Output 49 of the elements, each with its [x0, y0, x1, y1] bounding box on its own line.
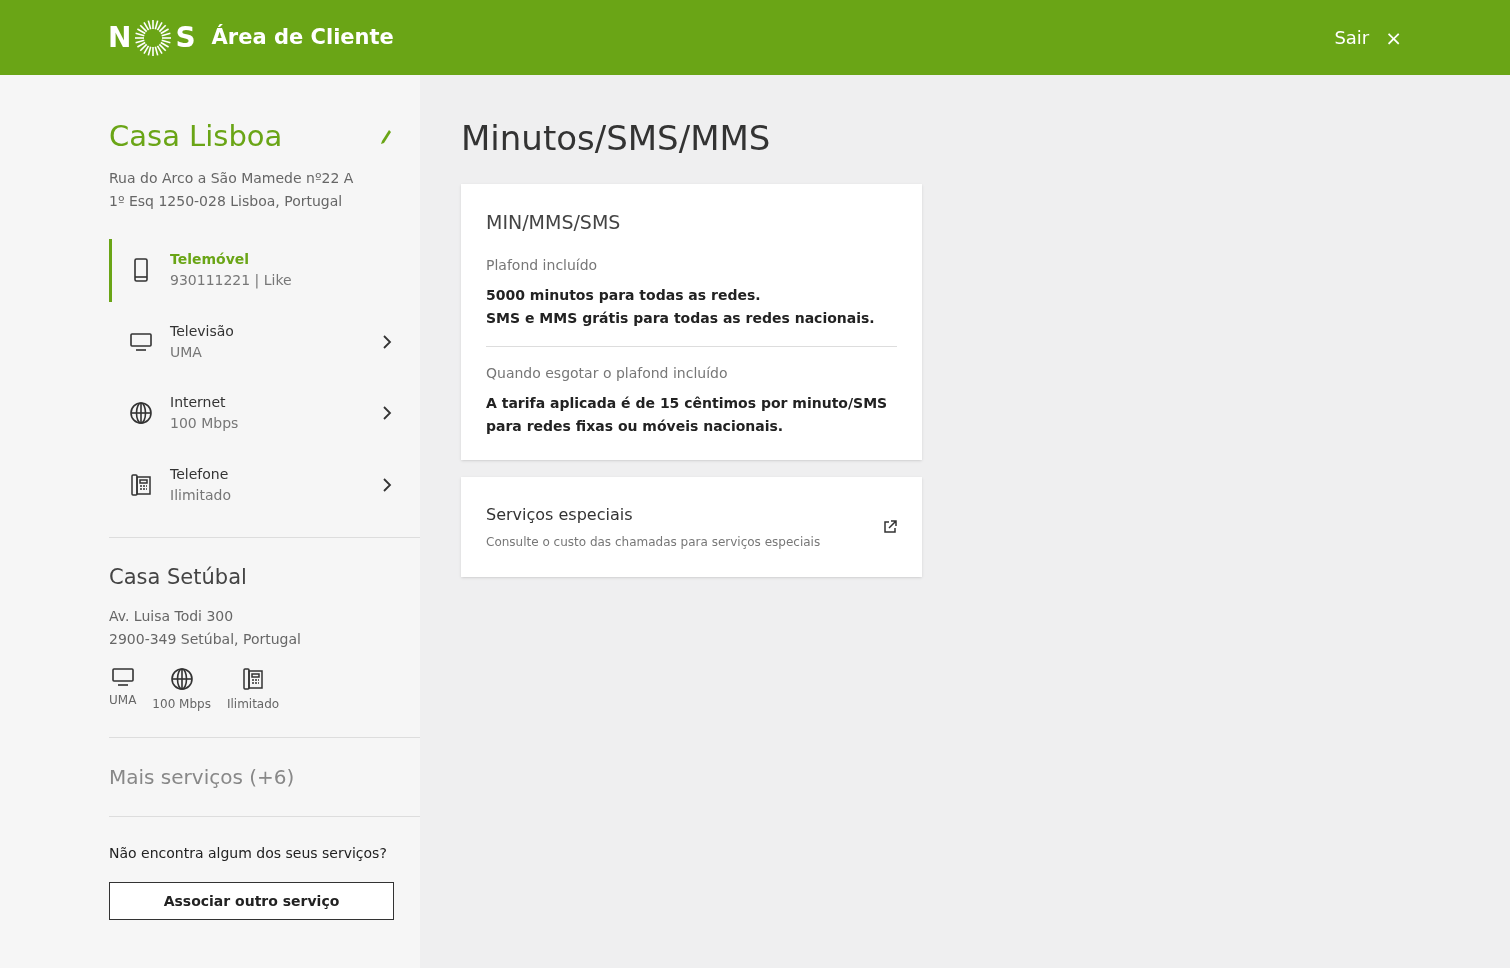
service-detail: Ilimitado [170, 485, 232, 505]
logo-letter: N [108, 19, 132, 56]
location-title[interactable]: Casa Setúbal [109, 561, 420, 593]
card-description: Consulte o custo das chamadas para serviços especiais [486, 533, 821, 551]
service-detail: UMA [170, 342, 203, 362]
chevron-right-icon [382, 477, 392, 492]
chevron-right-icon [382, 406, 392, 420]
service-name: Televisão [170, 321, 235, 341]
globe-icon [129, 401, 153, 425]
app-title: Área de Cliente [211, 23, 394, 51]
desk-phone-icon [242, 667, 265, 691]
associate-service-button[interactable]: Associar outro serviço [109, 882, 394, 920]
service-label: UMA [109, 692, 137, 709]
monitor-icon [129, 331, 153, 352]
service-item[interactable]: Telemóvel 930111221 | Like [109, 238, 392, 302]
monitor-icon [110, 667, 135, 687]
service-name: Telemóvel [170, 250, 251, 269]
address-line: 1º Esq 1250-028 Lisboa, Portugal [109, 191, 344, 211]
service-item[interactable]: Telefone Ilimitado [109, 453, 392, 516]
special-services-card[interactable]: Serviços especiais Consulte o custo das chamadas para serviços especiais [461, 476, 922, 577]
pencil-icon[interactable] [380, 128, 392, 145]
globe-icon [169, 667, 194, 691]
chevron-right-icon [382, 334, 392, 349]
service-name: Internet [170, 393, 227, 412]
plan-text: 5000 minutos para todas as redes. [486, 285, 762, 305]
card-title: MIN/MMS/SMS [486, 210, 622, 235]
section-label: Plafond incluído [486, 255, 599, 275]
plan-text: SMS e MMS grátis para todas as redes nacionais. [486, 308, 876, 328]
location-title: Casa Lisboa [109, 118, 283, 155]
missing-services-text: Não encontra algum dos seus serviços? [109, 844, 388, 863]
address-line: Av. Luisa Todi 300 [109, 607, 235, 626]
address-line: 2900-349 Setúbal, Portugal [109, 630, 302, 649]
desk-phone-icon [130, 472, 152, 497]
service-detail: 930111221 | Like [170, 271, 293, 291]
service-detail: 100 Mbps [170, 414, 240, 433]
page-title: Minutos/SMS/MMS [461, 117, 772, 160]
card-title: Serviços especiais [486, 503, 634, 526]
service-item[interactable]: Televisão UMA [109, 310, 392, 373]
service-item[interactable]: Internet 100 Mbps [109, 381, 392, 445]
service-label: Ilimitado [226, 696, 280, 713]
external-link-icon[interactable] [883, 519, 897, 534]
section-label: Quando esgotar o plafond incluído [486, 363, 729, 383]
logo-letter: S [175, 19, 196, 56]
mobile-phone-icon [131, 258, 151, 282]
address-line: Rua do Arco a São Mamede nº22 A [109, 168, 355, 188]
plan-text: A tarifa aplicada é de 15 cêntimos por minuto/SMS para redes fixas ou móveis nacionais. [486, 393, 889, 436]
service-name: Telefone [170, 464, 230, 484]
service-label: 100 Mbps [152, 696, 211, 713]
sun-logo-icon [133, 17, 174, 58]
